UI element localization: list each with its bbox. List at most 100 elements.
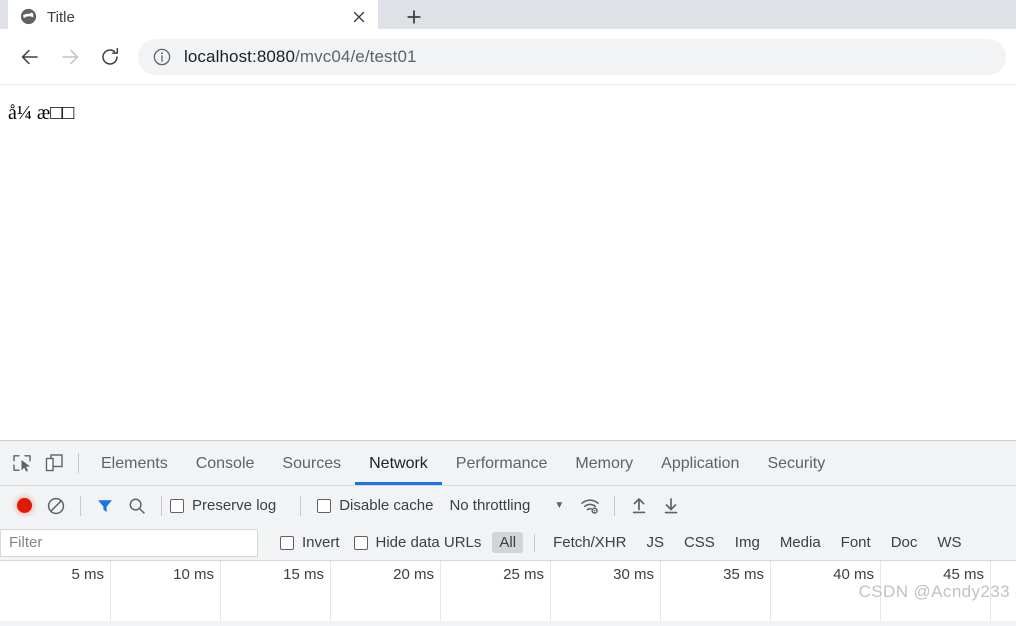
arrow-left-icon: [21, 49, 38, 64]
timeline-tick-label: 20 ms: [393, 566, 434, 583]
toolbar-divider-5: [614, 495, 616, 516]
timeline-tick-label: 35 ms: [723, 566, 764, 583]
preserve-log-checkbox[interactable]: Preserve log: [170, 497, 276, 514]
watermark: CSDN @Acndy233: [858, 582, 1010, 601]
tab-title: Title: [47, 9, 75, 26]
resource-filter-media[interactable]: Media: [773, 532, 828, 553]
search-button[interactable]: [121, 490, 153, 522]
filter-funnel-icon: [98, 499, 112, 512]
network-toolbar: Preserve log Disable cache No throttling…: [0, 486, 1016, 525]
browser-tab[interactable]: Title: [8, 0, 378, 29]
chevron-down-icon[interactable]: ▼: [554, 500, 564, 511]
tab-network[interactable]: Network: [355, 441, 442, 485]
tab-memory[interactable]: Memory: [561, 441, 647, 485]
tab-security[interactable]: Security: [753, 441, 839, 485]
resource-filter-ws[interactable]: WS: [930, 532, 968, 553]
timeline-tick-label: 30 ms: [613, 566, 654, 583]
upload-arrow-icon: [632, 497, 646, 513]
new-tab-button[interactable]: [390, 0, 438, 29]
hide-data-urls-checkbox[interactable]: Hide data URLs: [353, 534, 482, 551]
address-bar-url: localhost:8080/mvc04/e/test01: [184, 47, 417, 67]
checkbox-box: [280, 535, 294, 550]
invert-checkbox[interactable]: Invert: [280, 534, 340, 551]
browser-toolbar: localhost:8080/mvc04/e/test01: [0, 29, 1016, 85]
timeline-cell: 15 ms: [220, 561, 330, 621]
timeline-tick-label: 10 ms: [173, 566, 214, 583]
disable-cache-checkbox[interactable]: Disable cache: [317, 497, 433, 514]
tab-application[interactable]: Application: [647, 441, 753, 485]
timeline-tick-label: 40 ms: [833, 566, 874, 583]
network-filter-row: Filter Invert Hide data URLs All Fetch/X…: [0, 525, 1016, 561]
tab-console[interactable]: Console: [182, 441, 269, 485]
address-bar[interactable]: localhost:8080/mvc04/e/test01: [138, 38, 1006, 75]
import-har-button[interactable]: [623, 490, 655, 522]
timeline-cell: 5 ms: [0, 561, 110, 621]
globe-favicon: [20, 8, 37, 25]
timeline-tick-label: 15 ms: [283, 566, 324, 583]
back-button[interactable]: [10, 37, 50, 77]
timeline-cell: 30 ms: [550, 561, 660, 621]
export-har-button[interactable]: [655, 490, 687, 522]
timeline-cell: 20 ms: [330, 561, 440, 621]
toolbar-divider-2: [80, 495, 81, 516]
resource-filter-css[interactable]: CSS: [677, 532, 722, 553]
timeline-cell: 25 ms: [440, 561, 550, 621]
filter-toggle-button[interactable]: [89, 490, 121, 522]
close-icon[interactable]: [350, 8, 368, 26]
resource-filter-fetch-xhr[interactable]: Fetch/XHR: [546, 532, 633, 553]
timeline-tick-label: 5 ms: [71, 566, 104, 583]
reload-icon: [102, 47, 119, 65]
browser-window: Title localhost:8080/mvc04/e/test01 å¼ æ…: [0, 0, 1016, 626]
forward-button[interactable]: [50, 37, 90, 77]
clear-icon: [47, 497, 65, 514]
checkbox-box: [170, 498, 184, 513]
hide-data-urls-label: Hide data URLs: [375, 534, 482, 551]
tab-strip-empty-area: [446, 0, 1016, 29]
resource-filter-img[interactable]: Img: [728, 532, 767, 553]
resource-filter-js[interactable]: JS: [639, 532, 671, 553]
info-circle-icon[interactable]: [152, 47, 172, 67]
network-conditions-button[interactable]: [574, 490, 606, 522]
inspect-element-icon[interactable]: [6, 447, 38, 479]
filter-divider: [534, 533, 536, 552]
url-path: /mvc04/e/test01: [295, 46, 417, 66]
toolbar-divider-3: [161, 495, 162, 516]
tab-performance[interactable]: Performance: [442, 441, 562, 485]
devtools-tab-bar: Elements Console Sources Network Perform…: [0, 441, 1016, 486]
timeline-cell: 35 ms: [660, 561, 770, 621]
filter-placeholder: Filter: [9, 534, 43, 551]
download-arrow-icon: [664, 497, 678, 513]
resource-filter-doc[interactable]: Doc: [884, 532, 925, 553]
resource-filter-all[interactable]: All: [492, 532, 524, 553]
checkbox-box: [317, 498, 332, 513]
clear-button[interactable]: [40, 490, 72, 522]
device-toolbar-icon[interactable]: [38, 447, 70, 479]
toolbar-divider-4: [300, 495, 302, 516]
url-host: localhost:8080: [184, 46, 296, 66]
preserve-log-label: Preserve log: [192, 497, 277, 514]
page-text-mojibake: å¼ æ□□: [8, 102, 75, 124]
resource-filter-font[interactable]: Font: [834, 532, 878, 553]
tab-strip: Title: [0, 0, 1016, 29]
tab-elements[interactable]: Elements: [87, 441, 182, 485]
search-icon: [129, 498, 145, 514]
arrow-right-icon: [62, 49, 79, 64]
timeline-tick-label: 25 ms: [503, 566, 544, 583]
page-body-text: å¼ æ□□: [8, 101, 1008, 125]
filter-input[interactable]: Filter: [0, 528, 258, 557]
tab-sources[interactable]: Sources: [268, 441, 355, 485]
toolbar-divider: [78, 453, 79, 473]
plus-icon: [407, 10, 421, 24]
page-viewport: å¼ æ□□: [0, 85, 1016, 438]
invert-label: Invert: [302, 534, 340, 551]
record-button[interactable]: [8, 490, 40, 522]
record-dot-icon: [16, 498, 32, 513]
disable-cache-label: Disable cache: [339, 497, 434, 514]
checkbox-box: [353, 535, 368, 550]
throttling-select-value[interactable]: No throttling: [449, 497, 530, 514]
reload-button[interactable]: [90, 37, 130, 77]
timeline-cell: 10 ms: [110, 561, 220, 621]
devtools-panel: Elements Console Sources Network Perform…: [0, 440, 1016, 626]
timeline-tick-label: 45 ms: [943, 566, 984, 583]
wifi-settings-icon: [581, 498, 600, 514]
